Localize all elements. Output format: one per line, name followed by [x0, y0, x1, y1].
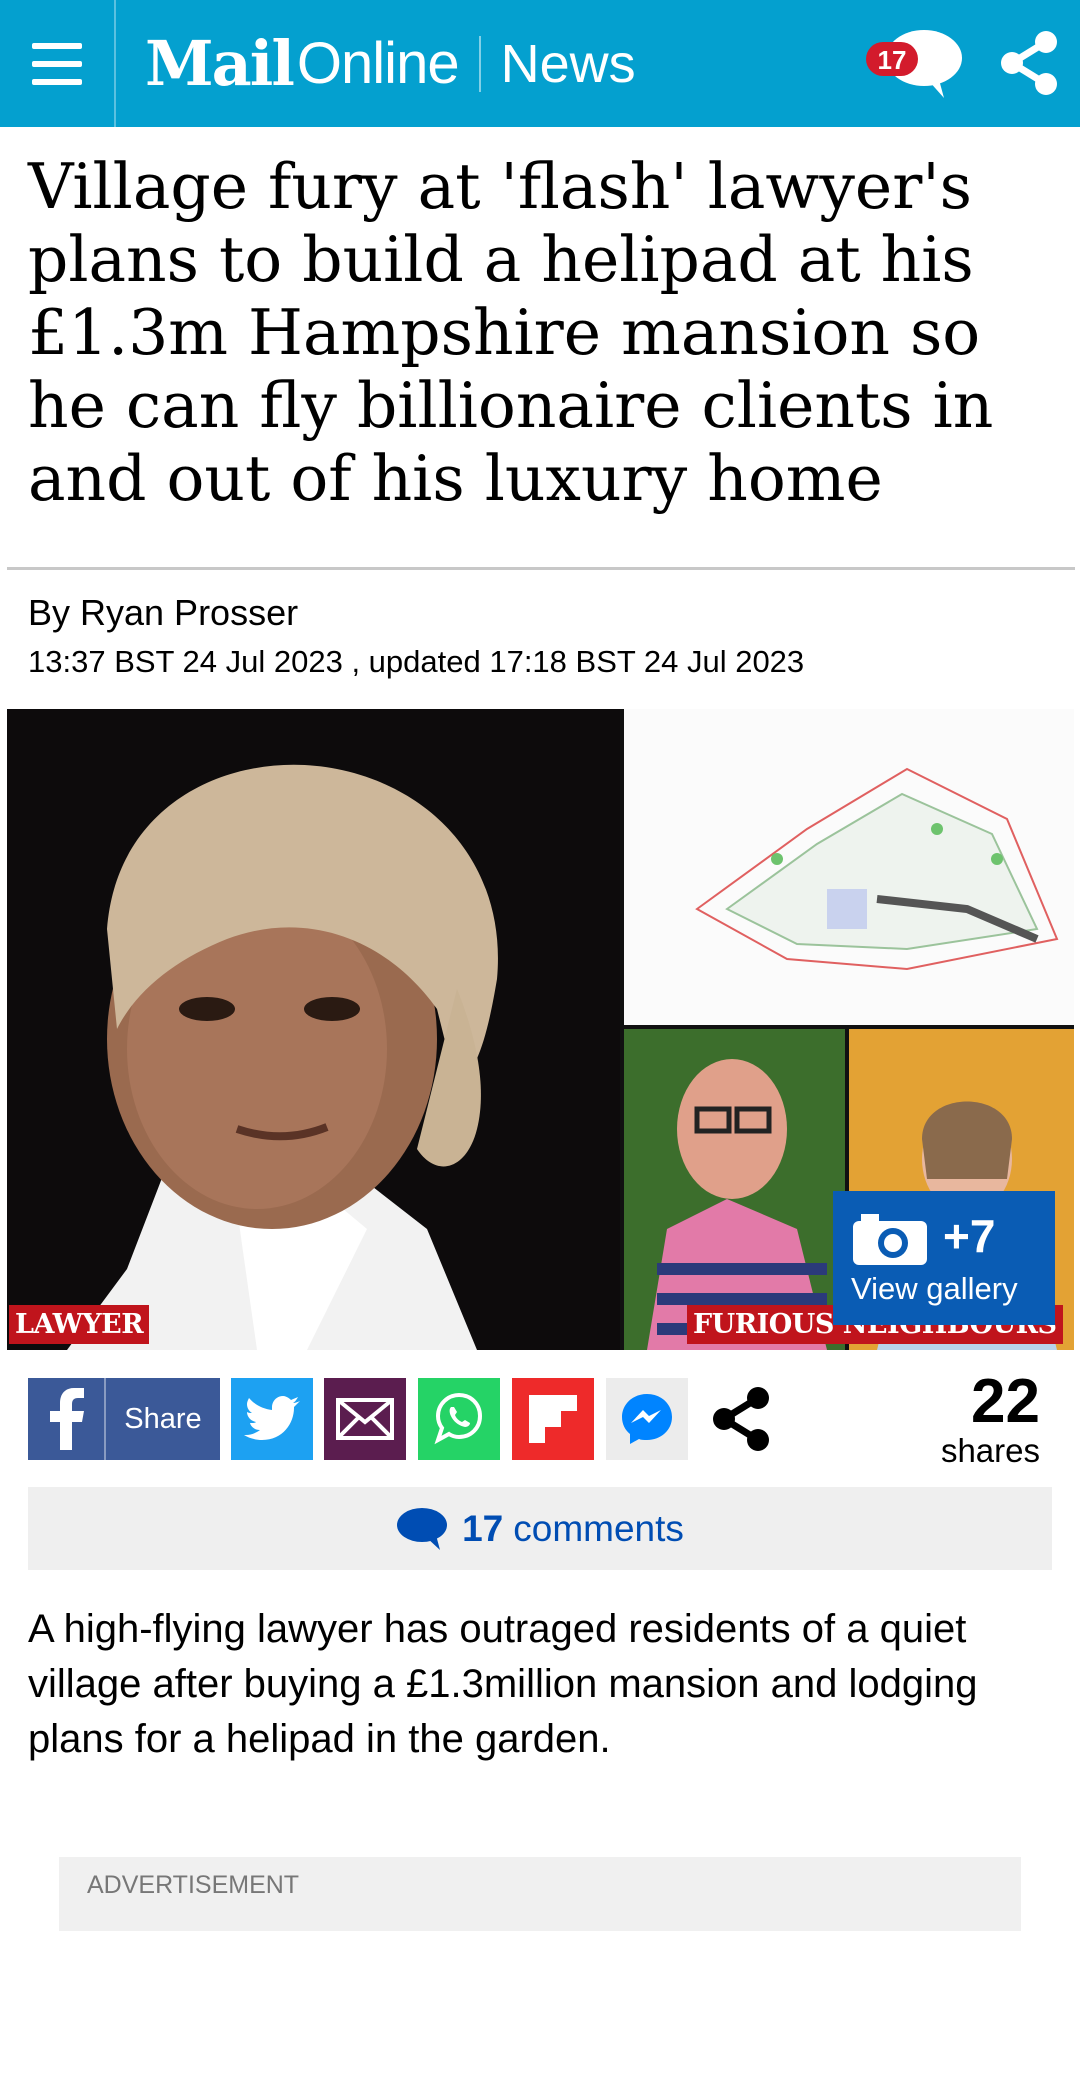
whatsapp-share-button[interactable] [418, 1378, 500, 1460]
share-icon [1001, 31, 1057, 95]
share-button-top[interactable] [996, 30, 1062, 96]
menu-button[interactable] [0, 0, 116, 127]
publish-dates: 13:37 BST 24 Jul 2023 , updated 17:18 BS… [28, 644, 805, 679]
top-bar: Mail Online News 17 [0, 0, 1080, 127]
logo-mail: Mail [145, 27, 295, 100]
byline-prefix: By [28, 592, 81, 633]
share-count-number: 22 [971, 1367, 1040, 1436]
messenger-share-button[interactable] [606, 1378, 688, 1460]
gallery-count: +7 [943, 1210, 996, 1262]
article-headline: Village fury at 'flash' lawyer's plans t… [28, 150, 994, 515]
share-count-label: shares [940, 1432, 1040, 1469]
byline: By Ryan Prosser [28, 592, 298, 634]
facebook-share-label: Share [124, 1402, 202, 1435]
messenger-icon [622, 1394, 672, 1444]
gallery-label: View gallery [851, 1271, 1018, 1306]
view-gallery-button[interactable]: +7 View gallery [833, 1191, 1055, 1325]
flipboard-icon [529, 1395, 577, 1443]
twitter-icon [244, 1396, 300, 1440]
comments-badge-button[interactable]: 17 [866, 28, 966, 100]
email-share-button[interactable] [324, 1378, 406, 1460]
logo-online: Online [296, 31, 460, 96]
comments-label: comments [513, 1507, 684, 1549]
twitter-share-button[interactable] [231, 1378, 313, 1460]
comments-count: 17 [462, 1507, 504, 1549]
facebook-share-button[interactable]: Share [28, 1378, 220, 1460]
hero-image[interactable]: LAWYER FURIOUS NEIGHBOURS +7 View galler… [7, 709, 1074, 1350]
email-icon [336, 1398, 394, 1440]
advertisement-slot: ADVERTISEMENT [59, 1857, 1021, 1931]
share-count: 22 shares [941, 1370, 1040, 1468]
advertisement-label: ADVERTISEMENT [87, 1871, 300, 1899]
camera-icon [853, 1214, 927, 1265]
author-link[interactable]: Ryan Prosser [80, 592, 298, 633]
share-bar: Share 22 shares [28, 1370, 1052, 1468]
comment-bubble-icon [397, 1507, 448, 1550]
menu-icon-line [32, 60, 82, 67]
more-share-button[interactable] [700, 1378, 782, 1460]
whatsapp-icon [434, 1392, 483, 1445]
share-icon [713, 1387, 769, 1451]
menu-icon-line [32, 78, 82, 85]
flipboard-share-button[interactable] [512, 1378, 594, 1460]
article-lead: A high-flying lawyer has outraged reside… [28, 1607, 978, 1761]
facebook-icon [28, 1378, 106, 1460]
divider [7, 567, 1075, 570]
comments-link[interactable]: 17 comments [28, 1487, 1052, 1570]
comment-count-badge: 17 [878, 45, 907, 75]
section-title[interactable]: News [501, 37, 636, 91]
logo-divider [478, 36, 481, 92]
speech-bubble-icon: 17 [866, 30, 962, 98]
image-tag-lawyer: LAWYER [9, 1305, 150, 1344]
menu-icon-line [32, 42, 82, 49]
site-logo[interactable]: Mail Online News [145, 26, 636, 102]
